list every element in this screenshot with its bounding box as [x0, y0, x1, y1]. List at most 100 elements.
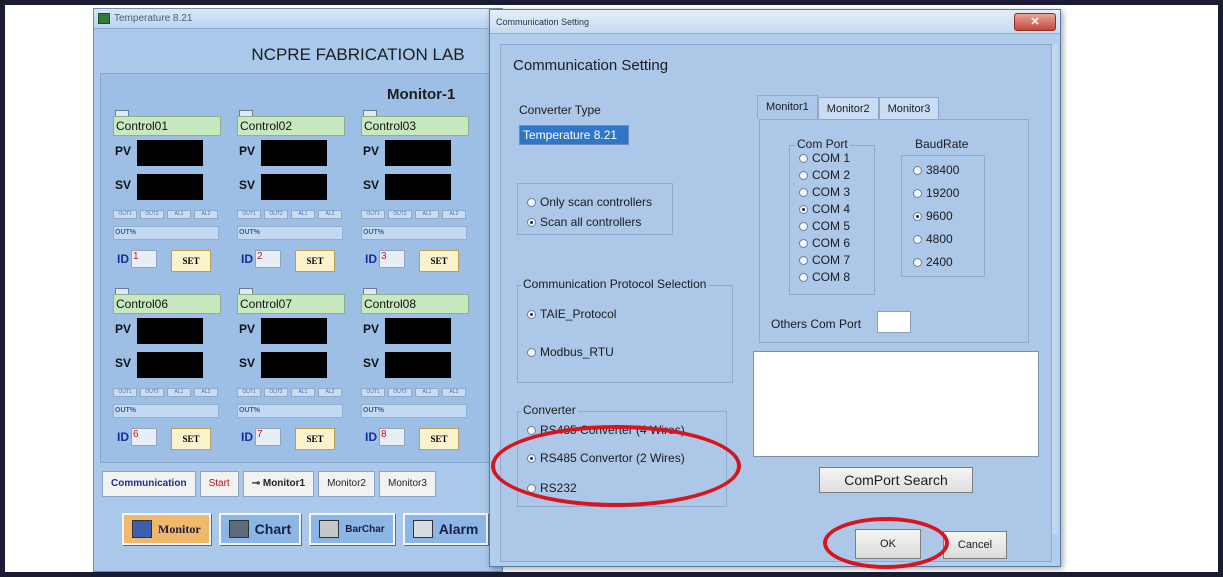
radio-button-com-port[interactable] [799, 170, 808, 180]
alarm-button[interactable]: Alarm [402, 513, 489, 545]
id-input[interactable]: 1 [131, 250, 157, 268]
baud-rate-option[interactable]: 2400 [913, 255, 953, 269]
converter-group-title: Converter [521, 403, 578, 417]
main-window: Temperature 8.21 NCPRE FABRICATION LAB M… [93, 8, 503, 572]
id-input[interactable]: 7 [255, 428, 281, 446]
sv-display [261, 352, 327, 378]
led-al1: AL1 [167, 388, 191, 397]
radio-button-modbus[interactable] [527, 347, 536, 357]
radio-button-com-port[interactable] [799, 187, 808, 197]
others-com-port-input[interactable] [877, 311, 911, 333]
id-label: ID [365, 252, 377, 266]
baud-rate-option[interactable]: 9600 [913, 209, 953, 223]
com-port-option[interactable]: COM 7 [799, 253, 850, 267]
com-port-option[interactable]: COM 5 [799, 219, 850, 233]
tab-monitor3[interactable]: Monitor3 [878, 97, 940, 119]
led-al2: AL2 [442, 388, 466, 397]
comport-result-list[interactable] [753, 351, 1039, 457]
cancel-button[interactable]: Cancel [943, 531, 1007, 559]
set-button[interactable]: SET [171, 250, 211, 272]
com-port-option[interactable]: COM 6 [799, 236, 850, 250]
radio-only-scan[interactable]: Only scan controllers [527, 195, 652, 209]
chart-button-label: Chart [254, 521, 292, 537]
monitor-button[interactable]: Monitor [122, 513, 211, 545]
tab-start[interactable]: Start [199, 471, 239, 497]
radio-button-com-port[interactable] [799, 204, 808, 214]
scan-all-label: Scan all controllers [540, 215, 642, 229]
radio-button-com-port[interactable] [799, 153, 808, 163]
set-button[interactable]: SET [419, 250, 459, 272]
radio-button-taie[interactable] [527, 309, 536, 319]
id-input[interactable]: 6 [131, 428, 157, 446]
main-title-bar: Temperature 8.21 [94, 9, 502, 29]
tab-monitor3[interactable]: Monitor3 [378, 471, 436, 497]
baud-rate-option[interactable]: 19200 [913, 186, 959, 200]
tab-monitor1[interactable]: Monitor1 [757, 95, 818, 119]
sv-label: SV [363, 178, 380, 192]
radio-button-com-port[interactable] [799, 221, 808, 231]
ok-button[interactable]: OK [855, 529, 921, 559]
sv-display [261, 174, 327, 200]
radio-button-baud-rate[interactable] [913, 211, 922, 221]
radio-button-baud-rate[interactable] [913, 257, 922, 267]
tab-communication[interactable]: Communication [102, 471, 196, 497]
led-al1: AL1 [291, 210, 315, 219]
radio-rs485-4wire[interactable]: RS485 Converter (4 Wires) [527, 423, 685, 437]
radio-button-rs485-4wire[interactable] [527, 425, 536, 435]
radio-button-baud-rate[interactable] [913, 188, 922, 198]
set-button[interactable]: SET [295, 250, 335, 272]
radio-button-only-scan[interactable] [527, 197, 536, 207]
com-port-option[interactable]: COM 8 [799, 270, 850, 284]
baud-rate-label: 19200 [926, 186, 960, 200]
chart-button[interactable]: Chart [218, 513, 302, 545]
pv-label: PV [363, 144, 380, 158]
radio-button-scan-all[interactable] [527, 217, 536, 227]
id-input[interactable]: 8 [379, 428, 405, 446]
sv-label: SV [239, 178, 256, 192]
radio-button-com-port[interactable] [799, 272, 808, 282]
baud-rate-option[interactable]: 4800 [913, 232, 953, 246]
dialog-title-bar: Communication Setting [490, 10, 1060, 34]
radio-rs485-2wire[interactable]: RS485 Convertor (2 Wires) [527, 451, 685, 465]
radio-modbus-rtu[interactable]: Modbus_RTU [527, 345, 614, 359]
rs485-4wire-label: RS485 Converter (4 Wires) [540, 423, 685, 437]
id-input[interactable]: 2 [255, 250, 281, 268]
radio-button-baud-rate[interactable] [913, 234, 922, 244]
radio-button-rs232[interactable] [527, 483, 536, 493]
monitor-icon [132, 520, 152, 538]
converter-type-field[interactable]: Temperature 8.21 [519, 125, 629, 145]
set-button[interactable]: SET [419, 428, 459, 450]
sv-label: SV [115, 356, 132, 370]
com-port-option[interactable]: COM 2 [799, 168, 850, 182]
key-icon: ⊸ [251, 478, 263, 489]
out-percent-bar: OUT% [113, 226, 219, 240]
tab-monitor2[interactable]: Monitor2 [318, 471, 375, 497]
set-button[interactable]: SET [171, 428, 211, 450]
radio-taie-protocol[interactable]: TAIE_Protocol [527, 307, 616, 321]
controller-card: Control02 PV SV OUT1 OUT2 AL1 AL2 OUT% I… [235, 110, 347, 284]
com-port-option[interactable]: COM 3 [799, 185, 850, 199]
controller-name: Control07 [237, 294, 345, 314]
comport-search-button[interactable]: ComPort Search [819, 467, 973, 493]
others-com-port-label: Others Com Port [771, 317, 862, 331]
pv-display [385, 318, 451, 344]
tab-monitor1[interactable]: ⊸ Monitor1 [242, 471, 315, 497]
id-input[interactable]: 3 [379, 250, 405, 268]
barchart-button[interactable]: BarChar [309, 513, 395, 545]
radio-scan-all[interactable]: Scan all controllers [527, 215, 641, 229]
controller-card: Control06 PV SV OUT1 OUT2 AL1 AL2 OUT% I… [111, 288, 223, 462]
set-button[interactable]: SET [295, 428, 335, 450]
radio-rs232[interactable]: RS232 [527, 481, 577, 495]
pv-label: PV [115, 144, 132, 158]
radio-button-rs485-2wire[interactable] [527, 453, 536, 463]
radio-button-com-port[interactable] [799, 238, 808, 248]
radio-button-baud-rate[interactable] [913, 165, 922, 175]
tab-monitor2[interactable]: Monitor2 [817, 97, 879, 119]
modbus-rtu-label: Modbus_RTU [540, 345, 614, 359]
com-port-option[interactable]: COM 1 [799, 151, 850, 165]
com-port-option[interactable]: COM 4 [799, 202, 850, 216]
radio-button-com-port[interactable] [799, 255, 808, 265]
baud-rate-title: BaudRate [913, 137, 971, 151]
close-button[interactable]: ✕ [1014, 13, 1056, 31]
baud-rate-option[interactable]: 38400 [913, 163, 959, 177]
